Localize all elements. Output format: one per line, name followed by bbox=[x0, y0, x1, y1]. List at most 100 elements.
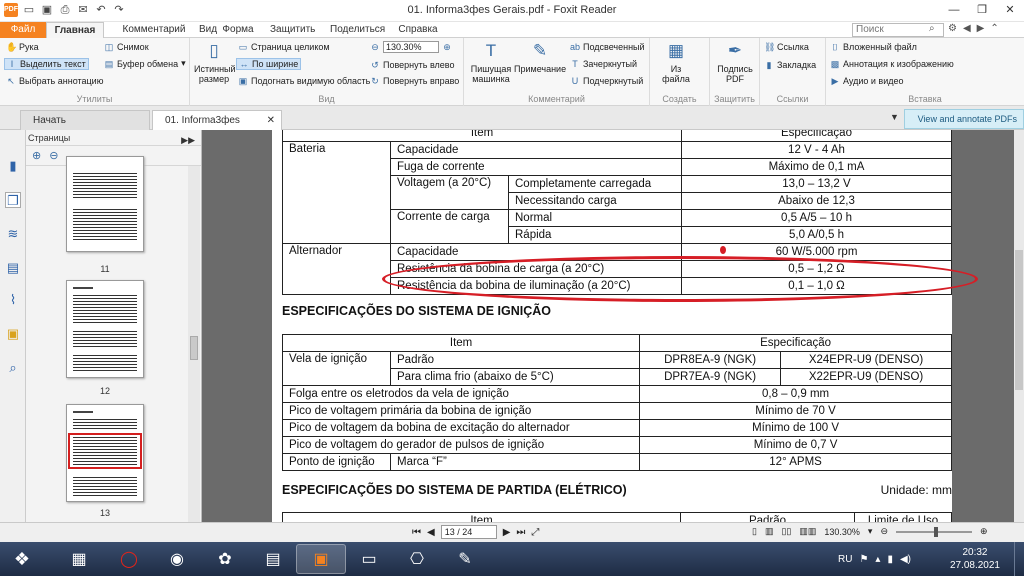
fit-view-icon[interactable]: ⤢ bbox=[531, 527, 539, 538]
minimize-button[interactable]: — bbox=[940, 0, 968, 20]
tab-protect[interactable]: Защитить bbox=[270, 22, 315, 38]
document-view[interactable]: Item Especificação Bateria Capacidade 12… bbox=[202, 130, 1024, 522]
network-icon[interactable]: ⎔ bbox=[392, 544, 442, 574]
page-thumbnail[interactable] bbox=[66, 280, 144, 378]
continuous-page-icon[interactable]: ▥ bbox=[765, 526, 774, 537]
panel-collapse-icon[interactable]: ▶▶ bbox=[181, 132, 195, 148]
volume-icon[interactable]: ◀) bbox=[900, 554, 911, 565]
show-desktop-button[interactable] bbox=[1014, 542, 1024, 576]
gear-icon[interactable]: ⚙ bbox=[948, 23, 957, 34]
flag-icon[interactable]: ⚑ bbox=[859, 554, 868, 565]
tab-start[interactable]: Начать bbox=[20, 110, 150, 130]
search-panel-icon[interactable]: ⌕ bbox=[5, 360, 21, 376]
highlight-button[interactable]: ab Подсвеченный bbox=[570, 42, 645, 52]
tab-form[interactable]: Форма bbox=[222, 22, 254, 38]
red-dot-annotation[interactable] bbox=[720, 246, 726, 254]
previous-page-icon[interactable]: ◀ bbox=[427, 527, 435, 538]
zoom-in-icon[interactable]: ⊕ bbox=[980, 526, 988, 537]
zoom-level[interactable]: 130.30% bbox=[824, 527, 860, 537]
chevron-down-icon[interactable]: ▼ bbox=[890, 112, 899, 122]
fit-page-button[interactable]: ▭ Страница целиком bbox=[238, 42, 330, 52]
zoom-in-icon[interactable]: ⊕ bbox=[442, 42, 452, 52]
tab-file[interactable]: Файл bbox=[0, 22, 46, 38]
game-icon[interactable]: ✿ bbox=[200, 544, 250, 574]
typewriter-button[interactable]: T Пишущая машинка bbox=[470, 40, 512, 84]
snapshot-tool[interactable]: ◫ Снимок bbox=[104, 42, 149, 52]
language-indicator[interactable]: RU bbox=[838, 554, 852, 565]
scrollbar-thumb[interactable] bbox=[190, 336, 198, 360]
layers-panel-icon[interactable]: ≋ bbox=[5, 226, 21, 242]
opera-icon[interactable]: ◯ bbox=[104, 544, 154, 574]
from-file-button[interactable]: ▦ Из файла bbox=[658, 40, 694, 84]
embedded-file-button[interactable]: ⌷ Вложенный файл bbox=[830, 42, 917, 52]
maximize-button[interactable]: ❐ bbox=[968, 0, 996, 20]
zoom-input[interactable]: 130.30% bbox=[383, 41, 439, 53]
tab-help[interactable]: Справка bbox=[396, 22, 440, 38]
select-text-tool[interactable]: I Выделить текст bbox=[4, 58, 89, 70]
forward-icon[interactable]: ▶ bbox=[977, 23, 985, 34]
scrollbar-thumb[interactable] bbox=[1015, 250, 1023, 390]
red-ellipse-annotation[interactable] bbox=[382, 256, 978, 302]
page-number-input[interactable]: 13 / 24 bbox=[440, 525, 497, 539]
thumbnail-scrollbar[interactable] bbox=[188, 166, 200, 536]
zoom-out-icon[interactable]: ⊖ bbox=[880, 526, 888, 537]
comments-panel-icon[interactable]: ▤ bbox=[5, 260, 21, 276]
first-page-icon[interactable]: ⏮ bbox=[412, 527, 421, 538]
zoom-out-thumbnail-icon[interactable]: ⊖ bbox=[49, 149, 58, 162]
bookmark-panel-icon[interactable]: ▮ bbox=[5, 158, 21, 174]
back-icon[interactable]: ◀ bbox=[963, 23, 971, 34]
clock[interactable]: 20:32 27.08.2021 bbox=[950, 546, 1000, 572]
strikeout-button[interactable]: T Зачеркнутый bbox=[570, 59, 637, 69]
fit-visible-button[interactable]: ▣ Подогнать видимую область bbox=[238, 76, 371, 86]
show-hidden-icons-icon[interactable]: ▴ bbox=[875, 554, 880, 565]
page-thumbnail-current[interactable] bbox=[66, 404, 144, 502]
sign-pdf-button[interactable]: ✒ Подпись PDF bbox=[714, 40, 756, 84]
audio-video-button[interactable]: ▶ Аудио и видео bbox=[830, 76, 904, 86]
tab-view[interactable]: Вид bbox=[198, 22, 218, 38]
paint-icon[interactable]: ✎ bbox=[440, 544, 490, 574]
link-button[interactable]: ⛓ Ссылка bbox=[764, 42, 809, 52]
document-scrollbar[interactable] bbox=[1014, 130, 1024, 522]
next-page-icon[interactable]: ▶ bbox=[503, 527, 511, 538]
hand-tool[interactable]: ✋ Рука bbox=[6, 42, 39, 52]
collapse-ribbon-icon[interactable]: ⌃ bbox=[990, 23, 998, 34]
zoom-dropdown-icon[interactable]: ▾ bbox=[868, 526, 873, 537]
bookmark-button[interactable]: ▮ Закладка bbox=[764, 60, 817, 70]
note-button[interactable]: ✎ Примечание bbox=[514, 40, 566, 74]
close-tab-icon[interactable]: ✕ bbox=[267, 111, 275, 130]
rotate-right-button[interactable]: ↻ Повернуть вправо bbox=[370, 76, 459, 86]
pages-panel-icon[interactable]: ❐ bbox=[5, 192, 21, 208]
zoom-slider[interactable] bbox=[896, 526, 972, 537]
last-page-icon[interactable]: ⏭ bbox=[516, 527, 525, 538]
actual-size-button[interactable]: ▯ Истинный размер bbox=[194, 40, 236, 84]
tab-document[interactable]: 01. Informa3фes Gerais.pdf✕ bbox=[152, 110, 282, 145]
winrar-icon[interactable]: ▤ bbox=[248, 544, 298, 574]
foxit-icon[interactable]: ▣ bbox=[296, 544, 346, 574]
start-button[interactable]: ❖ bbox=[4, 544, 40, 574]
tab-home[interactable]: Главная bbox=[46, 22, 104, 38]
screenshot-icon[interactable]: ▭ bbox=[344, 544, 394, 574]
underline-button[interactable]: U Подчеркнутый bbox=[570, 76, 644, 86]
lock-icon[interactable]: ▣ bbox=[5, 326, 21, 342]
fit-width-button[interactable]: ↔ По ширине bbox=[236, 58, 302, 70]
single-page-icon[interactable]: ▯ bbox=[752, 526, 757, 537]
zoom-out-icon[interactable]: ⊖ bbox=[370, 42, 380, 52]
close-button[interactable]: ✕ bbox=[996, 0, 1024, 20]
zoom-slider-handle[interactable] bbox=[934, 526, 938, 537]
zoom-in-thumbnail-icon[interactable]: ⊕ bbox=[32, 149, 41, 162]
select-annotation-tool[interactable]: ↖ Выбрать аннотацию bbox=[6, 76, 103, 86]
page-thumbnail[interactable] bbox=[66, 156, 144, 252]
view-annotate-button[interactable]: View and annotate PDFs bbox=[904, 109, 1024, 129]
visible-area-indicator[interactable] bbox=[68, 433, 142, 469]
tab-comment[interactable]: Комментарий bbox=[110, 22, 198, 38]
chrome-icon[interactable]: ◉ bbox=[152, 544, 202, 574]
image-annotation-button[interactable]: ▩ Аннотация к изображению bbox=[830, 59, 954, 69]
network-tray-icon[interactable]: ▮ bbox=[887, 554, 893, 565]
rotate-left-button[interactable]: ↺ Повернуть влево bbox=[370, 60, 454, 70]
two-page-continuous-icon[interactable]: ▥▥ bbox=[799, 526, 816, 537]
two-page-icon[interactable]: ▯▯ bbox=[781, 526, 791, 537]
search-icon[interactable]: ⌕ bbox=[929, 23, 935, 34]
attachments-panel-icon[interactable]: ⌇ bbox=[5, 292, 21, 308]
clipboard-tool[interactable]: ▤ Буфер обмена ▾ bbox=[104, 58, 186, 69]
calculator-icon[interactable]: ▦ bbox=[54, 544, 104, 574]
